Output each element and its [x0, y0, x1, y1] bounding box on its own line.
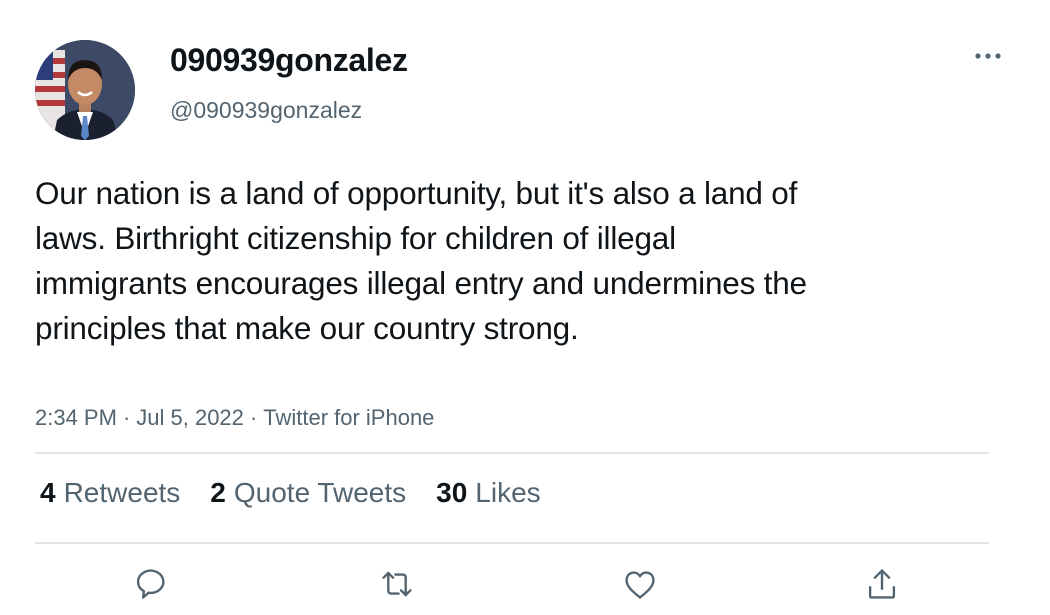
quote-tweets-count: 2 — [210, 477, 226, 508]
quote-tweets-label: Quote Tweets — [233, 477, 407, 508]
divider — [35, 452, 989, 454]
likes-stat[interactable]: 30 Likes — [436, 477, 541, 509]
share-icon — [868, 569, 896, 599]
user-handle[interactable]: @090939gonzalez — [170, 97, 362, 124]
retweet-button[interactable] — [378, 565, 416, 603]
quote-tweets-stat[interactable]: 2 Quote Tweets — [210, 477, 406, 509]
tweet-time[interactable]: 2:34 PM — [35, 405, 117, 430]
meta-separator: · — [249, 405, 258, 430]
reply-icon — [136, 569, 165, 599]
retweets-count: 4 — [40, 477, 56, 508]
retweets-label: Retweets — [63, 477, 181, 508]
display-name[interactable]: 090939gonzalez — [170, 42, 408, 79]
share-button[interactable] — [863, 565, 901, 603]
heart-icon — [625, 571, 655, 599]
divider — [35, 542, 989, 544]
tweet-source[interactable]: Twitter for iPhone — [263, 405, 434, 430]
meta-separator: · — [122, 405, 131, 430]
retweet-icon — [382, 571, 412, 597]
tweet-stats: 4 Retweets 2 Quote Tweets 30 Likes — [40, 477, 571, 509]
tweet-meta: 2:34 PM · Jul 5, 2022 · Twitter for iPhone — [35, 405, 434, 431]
tweet-text: Our nation is a land of opportunity, but… — [35, 175, 807, 346]
likes-label: Likes — [475, 477, 541, 508]
avatar-image — [35, 40, 135, 140]
likes-count: 30 — [436, 477, 468, 508]
tweet-card: 090939gonzalez @090939gonzalez Our natio… — [0, 0, 1050, 615]
like-button[interactable] — [621, 565, 659, 603]
retweets-stat[interactable]: 4 Retweets — [40, 477, 180, 509]
avatar[interactable] — [35, 40, 135, 140]
reply-button[interactable] — [136, 565, 174, 603]
tweet-date[interactable]: Jul 5, 2022 — [136, 405, 244, 430]
more-icon[interactable] — [973, 44, 1003, 68]
